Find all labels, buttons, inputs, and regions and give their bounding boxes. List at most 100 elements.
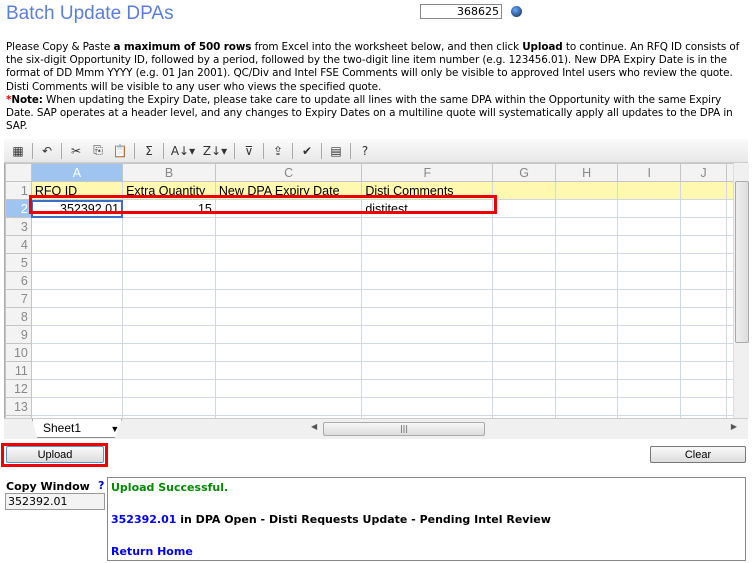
cell[interactable] [214,343,363,362]
cell[interactable] [679,271,728,290]
cell[interactable] [679,217,728,236]
cell[interactable] [214,217,363,236]
cell[interactable] [492,289,556,308]
export-icon[interactable]: ⇪ [268,141,288,161]
cell[interactable] [554,361,619,380]
row-header[interactable]: 9 [5,325,32,344]
cell[interactable] [492,343,556,362]
cell[interactable] [679,289,728,308]
column-header[interactable]: G [492,163,556,182]
copy-icon[interactable]: ⎘ [88,141,108,161]
copy-window-textarea[interactable]: 352392.01 [5,493,105,510]
cell[interactable] [361,361,494,380]
cell[interactable] [492,271,556,290]
cell[interactable] [361,235,494,254]
cell[interactable] [617,289,681,308]
cell[interactable] [214,307,363,326]
cell[interactable] [30,235,124,254]
undo-icon[interactable]: ↶ [37,141,57,161]
cell[interactable] [214,397,363,416]
corner-cell[interactable] [5,163,32,182]
cell[interactable] [679,325,728,344]
help-icon[interactable]: ? [355,141,375,161]
cell[interactable] [679,397,728,416]
row-header[interactable]: 2 [5,199,32,218]
cell[interactable] [30,271,124,290]
cell[interactable] [122,253,216,272]
cell[interactable] [617,235,681,254]
column-header[interactable]: F [361,163,494,182]
excel-export-icon[interactable]: ✔ [297,141,317,161]
cell[interactable] [361,307,494,326]
cell[interactable] [492,379,556,398]
cell[interactable] [554,307,619,326]
cell[interactable] [617,343,681,362]
cell[interactable] [679,379,728,398]
cell[interactable] [361,289,494,308]
return-home-link[interactable]: Return Home [111,545,742,558]
cell[interactable] [679,307,728,326]
cell[interactable] [679,361,728,380]
cell[interactable] [554,325,619,344]
column-header[interactable]: H [554,163,619,182]
cell[interactable] [122,235,216,254]
cell[interactable] [617,217,681,236]
chevron-down-icon[interactable]: ▼ [110,424,119,434]
cell[interactable] [617,361,681,380]
cell[interactable] [492,397,556,416]
cell[interactable] [617,397,681,416]
upload-button[interactable]: Upload [6,446,104,463]
sheet-tab[interactable]: Sheet1 ▼ [32,419,122,438]
cell[interactable] [30,217,124,236]
column-header[interactable]: C [214,163,363,182]
row-header[interactable]: 13 [5,397,32,416]
cell[interactable] [214,289,363,308]
paste-icon[interactable]: 📋 [110,141,130,161]
cell[interactable] [679,253,728,272]
cell[interactable] [30,343,124,362]
cell[interactable] [554,217,619,236]
autofilter-icon[interactable]: ⊽ [239,141,259,161]
cell[interactable] [214,253,363,272]
cell[interactable] [30,397,124,416]
cell[interactable] [214,235,363,254]
cell[interactable] [30,361,124,380]
cell[interactable] [554,181,619,200]
cell[interactable] [617,271,681,290]
cell[interactable] [30,307,124,326]
row-header[interactable]: 6 [5,271,32,290]
cell[interactable] [122,289,216,308]
cell[interactable] [554,343,619,362]
cell[interactable] [492,199,556,218]
cell[interactable] [554,253,619,272]
clear-button[interactable]: Clear [650,446,746,463]
cell[interactable] [361,397,494,416]
cell[interactable] [617,253,681,272]
go-circle-icon[interactable] [511,6,522,17]
column-header[interactable]: B [122,163,216,182]
row-header[interactable]: 1 [5,181,32,200]
cell[interactable] [617,199,681,218]
cell[interactable] [554,271,619,290]
cell[interactable] [492,307,556,326]
cell[interactable] [492,253,556,272]
cell[interactable] [30,253,124,272]
cell[interactable] [122,361,216,380]
cell[interactable] [617,379,681,398]
cell[interactable] [554,289,619,308]
cell[interactable] [122,271,216,290]
scroll-thumb[interactable]: ||| [323,422,485,436]
sort-descending-icon[interactable]: Z↓▾ [200,141,230,161]
help-link[interactable]: ? [98,479,104,492]
row-header[interactable]: 5 [5,253,32,272]
horizontal-scrollbar[interactable]: ◀ ||| ▶ [309,422,739,436]
cell[interactable] [361,343,494,362]
row-header[interactable]: 8 [5,307,32,326]
cell[interactable] [361,379,494,398]
column-header[interactable]: I [617,163,681,182]
cell[interactable] [122,217,216,236]
office-icon[interactable]: ▦ [8,141,28,161]
row-header[interactable]: 10 [5,343,32,362]
cell[interactable] [122,325,216,344]
cut-icon[interactable]: ✂ [66,141,86,161]
